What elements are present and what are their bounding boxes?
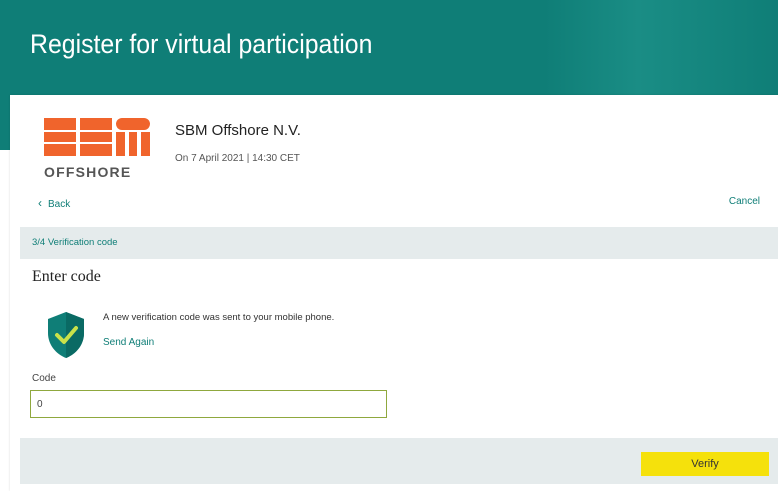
code-label: Code	[32, 373, 56, 384]
step-indicator-bar: 3/4 Verification code	[20, 227, 778, 259]
sbm-offshore-logo: OFFSHORE	[44, 118, 150, 180]
back-link[interactable]: ‹ Back	[38, 196, 70, 210]
meeting-date: On 7 April 2021 | 14:30 CET	[175, 153, 300, 164]
company-name: SBM Offshore N.V.	[175, 122, 301, 139]
step-label: 3/4 Verification code	[32, 237, 118, 248]
svg-text:OFFSHORE: OFFSHORE	[44, 164, 131, 180]
code-input[interactable]	[30, 390, 387, 418]
verify-button[interactable]: Verify	[641, 452, 769, 476]
chevron-left-icon: ‹	[38, 196, 42, 210]
send-again-link[interactable]: Send Again	[103, 337, 154, 348]
cancel-link[interactable]: Cancel	[729, 196, 760, 207]
header-accent-strip	[0, 95, 10, 150]
page-header: Register for virtual participation	[0, 0, 778, 95]
back-label: Back	[48, 199, 71, 210]
shield-check-icon	[48, 312, 84, 358]
page-title: Register for virtual participation	[30, 29, 373, 59]
verification-sent-message: A new verification code was sent to your…	[103, 312, 335, 323]
enter-code-heading: Enter code	[32, 268, 101, 285]
